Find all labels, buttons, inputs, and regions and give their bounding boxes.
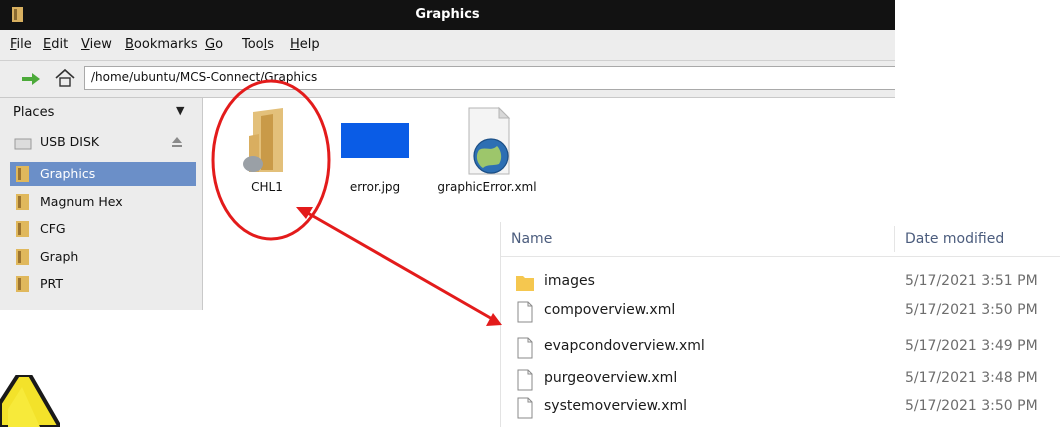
file-name: graphicError.xml [437,180,537,194]
folder-icon [243,108,283,172]
file-name: error.jpg [349,180,401,194]
folder-icon [516,276,534,291]
sidebar-item-cfg[interactable]: CFG [10,217,196,241]
item-date: 5/17/2021 3:50 PM [905,398,1038,414]
file-name: CHL1 [251,180,283,194]
window-title: Graphics [415,7,480,22]
location-toolbar: /home/ubuntu/MCS-Connect/Graphics [0,61,895,98]
item-name: systemoverview.xml [544,398,688,414]
column-divider[interactable] [894,226,895,252]
location-input[interactable]: /home/ubuntu/MCS-Connect/Graphics [84,66,895,90]
go-arrow-icon[interactable] [18,70,44,88]
image-icon [341,123,409,158]
places-sidebar: Places ▼ USB DISK Graphics Magnum Hex CF… [0,98,203,310]
sidebar-item-label: CFG [40,221,66,236]
list-item[interactable]: systemoverview.xml 5/17/2021 3:50 PM [501,394,1060,422]
home-icon[interactable] [52,66,78,90]
menu-go[interactable]: Go [205,37,223,52]
item-date: 5/17/2021 3:50 PM [905,302,1038,318]
menu-tools[interactable]: Tools [242,37,274,52]
location-path: /home/ubuntu/MCS-Connect/Graphics [91,70,318,84]
list-item[interactable]: purgeoverview.xml 5/17/2021 3:48 PM [501,366,1060,394]
sidebar-item-magnum-hex[interactable]: Magnum Hex [10,190,196,214]
column-header-row: Name Date modified [501,222,1060,257]
file-item-chl1[interactable]: CHL1 [217,106,317,195]
item-date: 5/17/2021 3:51 PM [905,273,1038,289]
sidebar-item-usb-disk[interactable]: USB DISK [10,130,196,154]
windows-explorer-list: Name Date modified images 5/17/2021 3:51… [500,222,1060,427]
sidebar-item-label: PRT [40,276,63,291]
item-name: evapcondoverview.xml [544,338,705,354]
title-bar[interactable]: Graphics [0,0,895,30]
file-icon [517,369,533,391]
list-item[interactable]: images 5/17/2021 3:51 PM [501,269,1060,297]
sidebar-item-prt[interactable]: PRT [10,272,196,296]
menu-view[interactable]: View [81,37,112,52]
sidebar-item-label: Magnum Hex [40,194,123,209]
eject-icon[interactable] [170,135,184,149]
file-icon [517,337,533,359]
menu-file[interactable]: File [10,37,32,52]
sidebar-item-label: Graphics [40,166,96,181]
file-item-graphicerror-xml[interactable]: graphicError.xml [437,106,537,195]
xml-globe-icon [468,106,511,175]
chevron-down-icon[interactable]: ▼ [176,104,184,117]
list-item[interactable]: evapcondoverview.xml 5/17/2021 3:49 PM [501,334,1060,362]
list-item[interactable]: compoverview.xml 5/17/2021 3:50 PM [501,298,1060,326]
menu-bookmarks[interactable]: Bookmarks [125,37,198,52]
file-icon [517,397,533,419]
folder-icon [16,276,29,292]
menu-help[interactable]: Help [290,37,320,52]
folder-icon [16,166,29,182]
places-header[interactable]: Places ▼ [0,98,202,126]
menu-edit[interactable]: Edit [43,37,68,52]
item-date: 5/17/2021 3:48 PM [905,370,1038,386]
sidebar-item-graphics[interactable]: Graphics [10,162,196,186]
file-icon [517,301,533,323]
sidebar-item-graph[interactable]: Graph [10,245,196,269]
item-name: compoverview.xml [544,302,676,318]
folder-icon [16,221,29,237]
menu-bar: File Edit View Bookmarks Go Tools Help [0,30,895,61]
warning-sign-icon [0,375,60,427]
sidebar-item-label: USB DISK [40,134,100,149]
item-name: images [544,273,595,289]
places-header-label: Places [13,105,55,120]
file-item-error-jpg[interactable]: error.jpg [325,106,425,195]
sidebar-item-label: Graph [40,249,79,264]
item-date: 5/17/2021 3:49 PM [905,338,1038,354]
folder-icon [16,194,29,210]
column-header-name[interactable]: Name [511,231,552,247]
column-header-date-modified[interactable]: Date modified [905,231,1004,247]
usb-disk-icon [14,138,32,150]
folder-icon [16,249,29,265]
item-name: purgeoverview.xml [544,370,678,386]
